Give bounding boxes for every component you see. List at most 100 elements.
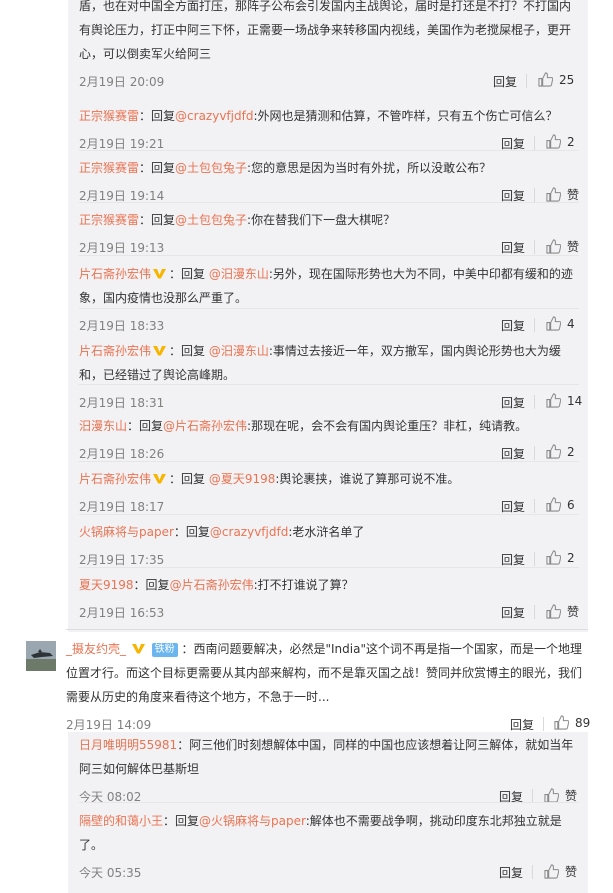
reply-username[interactable]: 夏天9198 [79,578,134,592]
like-button[interactable]: 赞 [546,603,579,620]
reply-username[interactable]: 正宗猴赛雷 [79,109,139,123]
reply-text: 日月唯明明55981：阿三他们时刻想解体中国，同样的中国也应该想着让阿三解体，就… [79,733,579,781]
like-count: 赞 [567,240,580,254]
reply-mention[interactable]: @土包包兔子 [175,161,247,175]
reply-body: :您的意思是因为当时有外扰，所以没敢公布？ [247,161,492,175]
reply-text: 火锅麻将与paper：回复@crazyvfjdfd:老水浒名单了 [79,520,579,544]
divider [79,308,579,309]
reply-mention[interactable]: @火锅麻将与paper [199,814,306,828]
like-count: 2 [567,134,575,149]
reply-item: 正宗猴赛雷：回复@土包包兔子:您的意思是因为当时有外扰，所以没敢公布？ 2月19日… [79,156,579,204]
like-count: 14 [567,393,583,408]
like-button[interactable]: 2 [546,550,575,565]
like-button[interactable]: 赞 [546,238,579,255]
comment-meta: 2月19日 14:09 回复 89 [66,713,590,733]
reply-button[interactable]: 回复 [499,864,523,881]
reply-button[interactable]: 回复 [510,716,534,733]
reply-item: 片石斋孙宏伟 ：回复 @汨漫东山:事情过去接近一年，双方撤军，国内舆论形势也大为缓… [79,339,582,411]
like-button[interactable]: 89 [554,715,590,730]
reply-body: :老水浒名单了 [288,525,365,539]
reply-time: 2月19日 18:31 [79,396,165,410]
reply-time: 2月19日 20:09 [79,75,165,89]
reply-time: 今天 05:35 [79,866,142,880]
like-count: 赞 [567,605,580,619]
verified-v-icon [153,346,167,356]
reply-body: :事情过去接近一年，双方撤军，国内舆论形势也大为缓和，已经错过了舆论高峰期。 [79,344,561,382]
reply-text: 片石斋孙宏伟 ：回复 @汨漫东山:事情过去接近一年，双方撤军，国内舆论形势也大为缓… [79,339,579,387]
reply-prefix: ：回复 [169,344,209,358]
reply-text-line: 心，可以倒卖军火给阿三 [79,47,212,61]
reply-text: 汨漫东山：回复@片石斋孙宏伟:那现在呢，会不会有国内舆论重压？非杠，纯请教。 [79,414,579,438]
reply-mention[interactable]: @crazyvfjdfd [210,525,288,539]
reply-text: 夏天9198：回复@片石斋孙宏伟:打不打谁说了算？ [79,573,579,597]
reply-meta: 2月19日 19:13 回复 赞 [79,236,579,256]
reply-username[interactable]: 火锅麻将与paper [79,525,174,539]
reply-button[interactable]: 回复 [493,73,517,90]
reply-prefix: ： [177,738,190,752]
reply-body: :舆论裹挟，谁说了算那可说不准。 [275,472,460,486]
reply-mention[interactable]: @汨漫东山 [209,344,269,358]
divider [532,789,533,803]
reply-button[interactable]: 回复 [501,498,525,515]
reply-username[interactable]: 正宗猴赛雷 [79,161,139,175]
like-count: 2 [567,444,575,459]
reply-item: 夏天9198：回复@片石斋孙宏伟:打不打谁说了算？ 2月19日 16:53 回复 赞 [79,573,579,621]
reply-time: 2月19日 17:35 [79,553,165,567]
reply-button[interactable]: 回复 [501,551,525,568]
reply-username[interactable]: 汨漫东山 [79,419,127,433]
like-button[interactable]: 2 [546,134,575,149]
reply-username[interactable]: 隔壁的和蔼小王 [79,814,163,828]
like-count: 4 [567,316,575,331]
like-button[interactable]: 4 [546,316,575,331]
reply-item: 片石斋孙宏伟 ：回复 @汨漫东山:另外，现在国际形势也大为不同，中美中印都有缓和的… [79,262,579,334]
reply-username[interactable]: 片石斋孙宏伟 [79,472,151,486]
reply-prefix: ：回复 [169,472,209,486]
reply-mention[interactable]: @片石斋孙宏伟 [163,419,247,433]
reply-text-line: 盾，也在对中国全方面打压，那阵子公布会引发国内主战舆论，届时是打还是不打？不打国… [79,0,572,13]
reply-meta: 2月19日 19:14 回复赞 [79,184,579,204]
reply-username[interactable]: 片石斋孙宏伟 [79,344,151,358]
like-count: 赞 [567,188,580,202]
main-comment-text: _摄友约壳_ 铁粉 ：西南问题要解决，必然是"India"这个词不再是指一个国家… [66,637,590,709]
like-button[interactable]: 6 [546,497,575,512]
reply-username[interactable]: 日月唯明明55981 [79,738,177,752]
reply-button[interactable]: 回复 [501,317,525,334]
divider [66,629,588,630]
reply-prefix: ：回复 [127,419,164,433]
reply-username[interactable]: 片石斋孙宏伟 [79,267,151,281]
reply-mention[interactable]: @夏天9198 [209,472,276,486]
reply-button[interactable]: 回复 [501,604,525,621]
reply-prefix: ：回复 [169,267,209,281]
reply-username[interactable]: 正宗猴赛雷 [79,213,139,227]
reply-meta: 2月19日 18:33 回复 4 [79,314,579,334]
reply-text-line: 有舆论压力，打正中阿三下怀，正需要一场战争来转移国内视线，美国作为老搅屎棍子，更… [79,23,572,37]
reply-mention[interactable]: @片石斋孙宏伟 [170,578,254,592]
divider [79,514,579,515]
reply-mention[interactable]: @crazyvfjdfd [175,109,253,123]
reply-mention[interactable]: @土包包兔子 [175,213,247,227]
thumb-up-icon [538,72,553,87]
comment-username[interactable]: _摄友约壳_ [66,642,126,656]
avatar[interactable] [26,641,56,671]
like-button[interactable]: 赞 [546,186,579,203]
like-button[interactable]: 14 [546,393,582,408]
reply-button[interactable]: 回复 [501,394,525,411]
avatar-image [26,641,56,671]
reply-button[interactable]: 回复 [501,239,525,256]
reply-mention[interactable]: @汨漫东山 [209,267,269,281]
reply-item: 正宗猴赛雷：回复@土包包兔子:你在替我们下一盘大棋呢？ 2月19日 19:13 回复… [79,208,579,256]
divider [534,240,535,254]
like-button[interactable]: 2 [546,444,575,459]
reply-time: 2月19日 19:13 [79,241,165,255]
like-button[interactable]: 赞 [544,863,577,880]
reply-button[interactable]: 回复 [501,445,525,462]
verified-v-icon [153,474,167,484]
reply-prefix: ：回复 [173,525,210,539]
reply-item: 正宗猴赛雷：回复@crazyvfjdfd:外网也是猜测和估算，不管咋样，只有五个… [79,104,579,152]
reply-text: 片石斋孙宏伟 ：回复 @夏天9198:舆论裹挟，谁说了算那可说不准。 [79,467,579,491]
divider [79,150,579,151]
divider [543,717,544,731]
reply-fragment: 盾，也在对中国全方面打压，那阵子公布会引发国内主战舆论，届时是打还是不打？不打国… [79,0,579,90]
thumb-up-icon [544,788,559,803]
like-button[interactable]: 25 [538,72,574,87]
